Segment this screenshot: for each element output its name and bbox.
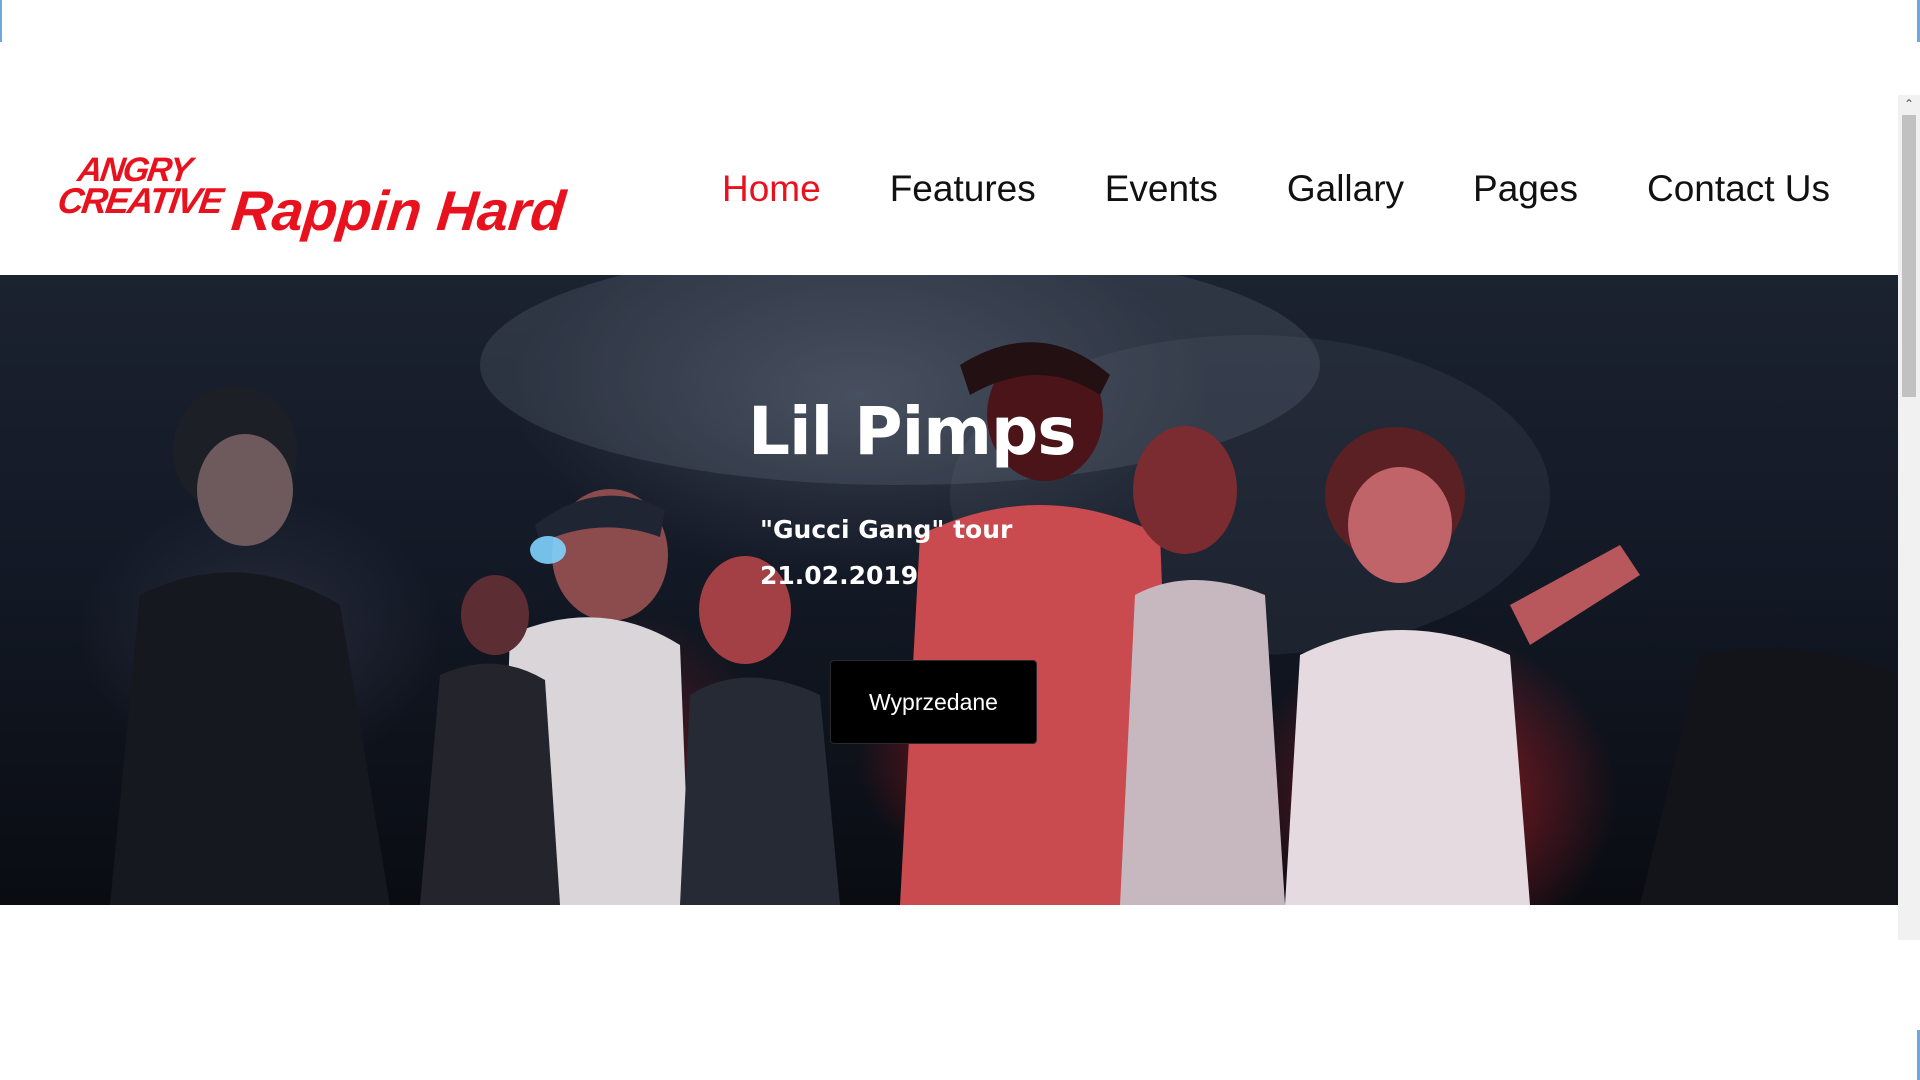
nav-item-home[interactable]: Home	[722, 170, 821, 207]
hero-banner: Lil Pimps "Gucci Gang" tour 21.02.2019 W…	[0, 275, 1898, 905]
main-nav: Home Features Events Gallary Pages Conta…	[722, 163, 1830, 213]
nav-item-features[interactable]: Features	[890, 170, 1036, 207]
nav-item-pages[interactable]: Pages	[1473, 170, 1578, 207]
brand-title[interactable]: Rappin Hard	[229, 179, 569, 242]
chevron-up-icon[interactable]: ⌃	[1898, 95, 1920, 113]
hero-date: 21.02.2019	[760, 561, 919, 590]
window-edge-left	[0, 0, 2, 42]
sold-out-button[interactable]: Wyprzedane	[830, 660, 1037, 744]
site-header: ANGRY CREATIVE Rappin Hard Home Features…	[0, 95, 1898, 275]
nav-item-events[interactable]: Events	[1105, 170, 1218, 207]
logo-line-2: CREATIVE	[55, 180, 225, 221]
page-scrollbar[interactable]: ⌃	[1898, 95, 1920, 940]
angry-creative-logo[interactable]: ANGRY CREATIVE	[55, 151, 224, 227]
nav-item-gallary[interactable]: Gallary	[1287, 170, 1404, 207]
hero-content: Lil Pimps "Gucci Gang" tour 21.02.2019 W…	[0, 275, 1898, 905]
scrollbar-thumb[interactable]	[1902, 115, 1916, 397]
page: ANGRY CREATIVE Rappin Hard Home Features…	[0, 0, 1920, 1080]
hero-subtitle: "Gucci Gang" tour	[760, 515, 1013, 544]
nav-item-contact-us[interactable]: Contact Us	[1647, 170, 1830, 207]
hero-title: Lil Pimps	[748, 393, 1077, 470]
